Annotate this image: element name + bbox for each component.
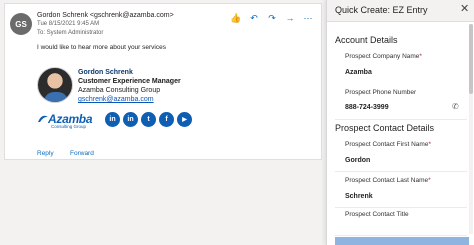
panel-header: Quick Create: EZ Entry ✕ [327,0,474,22]
phone-number-field[interactable]: Prospect Phone Number 888-724-3999 ✆ [335,84,467,120]
reply-button[interactable]: Reply [37,150,54,157]
panel-title: Quick Create: EZ Entry [335,5,428,15]
sent-date: Tue 8/15/2021 9:45 AM [37,21,100,27]
section-contact-details: Prospect Contact Details [335,123,435,133]
signature-company: Azamba Consulting Group [78,87,161,94]
quick-create-panel: Quick Create: EZ Entry ✕ Account Details… [326,0,474,245]
sender-name[interactable]: Gordon Schrenk <gschrenk@azamba.com> [37,12,174,19]
more-icon[interactable]: ⋯ [303,13,313,23]
close-icon[interactable]: ✕ [460,4,469,15]
twitter-icon[interactable]: t [141,112,156,127]
company-name-field[interactable]: Prospect Company Name* Azamba [335,48,467,88]
last-name-field[interactable]: Prospect Contact Last Name* Schrenk [335,172,467,208]
company-name-label: Prospect Company Name* [345,53,422,60]
reply-icon[interactable]: ↶ [249,13,259,23]
panel-scrollbar[interactable] [469,24,473,234]
forward-button[interactable]: Forward [70,150,94,157]
signature-role: Customer Experience Manager [78,78,181,85]
company-name-value[interactable]: Azamba [345,69,372,76]
azamba-logo-sub: Consulting Group [51,124,87,129]
first-name-label: Prospect Contact First Name* [345,141,431,148]
recipient-line: To: System Administrator [37,30,104,36]
signature-name: Gordon Schrenk [78,69,133,76]
email-body: I would like to hear more about your ser… [37,44,166,51]
last-name-label: Prospect Contact Last Name* [345,177,431,184]
save-button-edge[interactable] [335,237,469,245]
contact-title-label: Prospect Contact Title [345,211,409,218]
mail-actions-toolbar: 👍 ↶ ↷ → ⋯ [230,13,313,23]
email-reading-pane: GS Gordon Schrenk <gschrenk@azamba.com> … [4,3,322,160]
first-name-value[interactable]: Gordon [345,157,370,164]
youtube-icon[interactable]: ▶ [177,112,192,127]
reply-all-icon[interactable]: ↷ [267,13,277,23]
linkedin-icon[interactable]: in [105,112,120,127]
signature-photo [37,67,73,103]
section-account-details: Account Details [335,35,398,45]
azamba-logo: Azamba Consulting Group [37,112,101,130]
phone-icon[interactable]: ✆ [452,103,462,113]
facebook-icon[interactable]: f [159,112,174,127]
scrollbar-thumb[interactable] [469,24,473,94]
phone-number-label: Prospect Phone Number [345,89,417,96]
sender-avatar: GS [10,13,32,35]
contact-title-field[interactable]: Prospect Contact Title [335,208,467,236]
first-name-field[interactable]: Prospect Contact First Name* Gordon [335,136,467,172]
phone-number-value[interactable]: 888-724-3999 [345,104,389,111]
forward-icon[interactable]: → [285,13,295,23]
like-icon[interactable]: 👍 [230,13,241,23]
linkedin-icon-2[interactable]: in [123,112,138,127]
last-name-value[interactable]: Schrenk [345,193,373,200]
signature-email-link[interactable]: gschrenk@azamba.com [78,96,154,103]
